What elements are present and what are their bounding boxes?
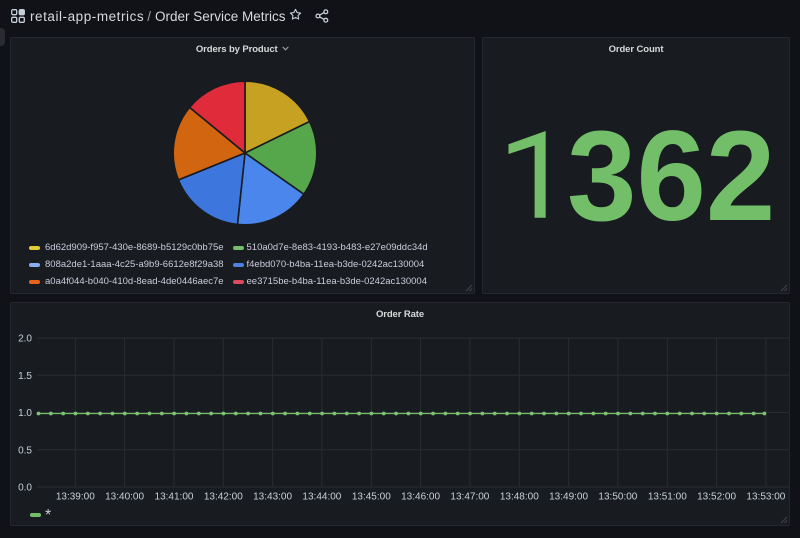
- svg-text:13:49:00: 13:49:00: [549, 492, 588, 503]
- svg-text:13:39:00: 13:39:00: [56, 492, 95, 503]
- svg-text:13:44:00: 13:44:00: [302, 492, 341, 503]
- svg-text:13:51:00: 13:51:00: [648, 492, 687, 503]
- svg-text:13:42:00: 13:42:00: [204, 492, 243, 503]
- svg-text:13:53:00: 13:53:00: [746, 492, 785, 503]
- svg-text:13:43:00: 13:43:00: [253, 492, 292, 503]
- svg-text:13:40:00: 13:40:00: [105, 492, 144, 503]
- svg-text:13:52:00: 13:52:00: [697, 492, 736, 503]
- svg-text:13:48:00: 13:48:00: [500, 492, 539, 503]
- svg-text:1.0: 1.0: [18, 408, 32, 419]
- svg-text:13:41:00: 13:41:00: [155, 492, 194, 503]
- svg-text:2.0: 2.0: [18, 334, 32, 345]
- svg-text:13:50:00: 13:50:00: [598, 492, 637, 503]
- svg-text:13:47:00: 13:47:00: [450, 492, 489, 503]
- svg-text:1.5: 1.5: [18, 371, 32, 382]
- svg-text:13:45:00: 13:45:00: [352, 492, 391, 503]
- svg-text:13:46:00: 13:46:00: [401, 492, 440, 503]
- svg-text:0.5: 0.5: [18, 445, 32, 456]
- svg-text:0.0: 0.0: [18, 483, 32, 494]
